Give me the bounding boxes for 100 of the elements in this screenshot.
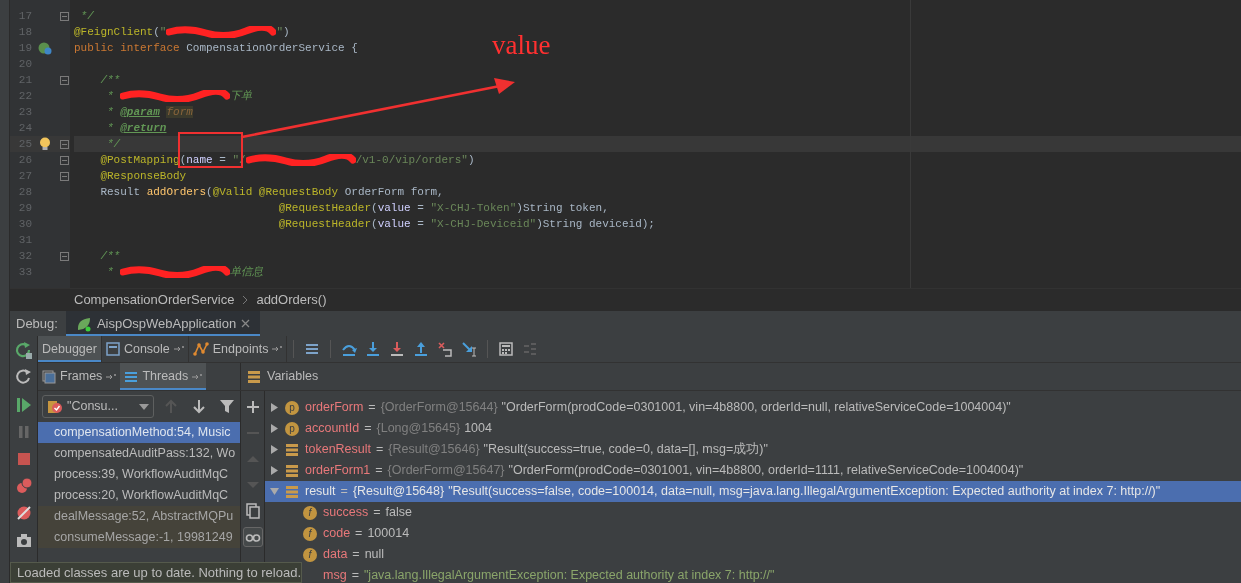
variable-value: null [364, 546, 385, 564]
variable-name: orderForm [305, 399, 364, 417]
fold-icon[interactable] [59, 251, 69, 261]
field-icon: f [303, 547, 317, 562]
panel-title: Variables [267, 368, 319, 386]
step-out-icon[interactable] [413, 341, 430, 357]
pin-icon [272, 345, 283, 353]
list-icon[interactable] [304, 341, 321, 357]
filter-icon[interactable] [220, 399, 234, 414]
add-icon[interactable] [244, 399, 261, 415]
code-token: 下单 [230, 90, 253, 102]
code-token: ( [371, 202, 378, 214]
down-arrow-icon[interactable] [192, 399, 206, 414]
code-token: ( [153, 26, 160, 38]
code-token: " [159, 26, 167, 38]
thread-dropdown[interactable]: "Consu... [42, 395, 154, 418]
variable-value: "OrderForm(prodCode=0301001, vin=4b8800, orderId=null, relativeServiceCode=1004004)" [501, 399, 1011, 417]
calculator-icon[interactable] [498, 341, 515, 357]
panel-tab[interactable]: Threads [120, 363, 207, 390]
variable-name: tokenResult [305, 441, 371, 459]
code-token: * [107, 266, 115, 278]
variable-value: 1004 [464, 420, 492, 438]
lightbulb-icon [39, 137, 51, 151]
caret-icon [139, 403, 149, 410]
fold-icon[interactable] [59, 171, 69, 181]
variable-name: result [305, 483, 336, 501]
variable-value: false [385, 504, 412, 522]
variable-value: "java.lang.IllegalArgumentException: Expected authority at index 7: http://" [363, 567, 775, 583]
camera-icon[interactable] [14, 531, 33, 549]
variables-icon [247, 369, 261, 384]
field-icon: f [303, 526, 317, 541]
close-icon [241, 319, 251, 328]
fold-icon[interactable] [59, 11, 69, 21]
equals-sign: = [376, 441, 384, 459]
code-token: /v1-0/vip/orders" [355, 154, 468, 166]
notification: Loaded classes are up to date. Nothing to reload. [10, 562, 302, 583]
equals-sign: = [355, 525, 363, 543]
equals-sign: = [368, 399, 376, 417]
step-into-icon[interactable] [365, 341, 382, 357]
code-token: )String deviceid); [536, 218, 655, 230]
frame-row[interactable]: compensationMethod:54, Music [38, 422, 240, 443]
frame-row[interactable]: consumeMessage:-1, 19981249 [38, 527, 240, 548]
frame-row[interactable]: process:20, WorkflowAuditMqC [38, 485, 240, 506]
code-token: /** [100, 250, 121, 262]
panel-tab[interactable]: Debugger [38, 336, 102, 362]
code-token: form [166, 106, 193, 118]
code-token: public interface [74, 42, 181, 54]
frame-row[interactable]: process:39, WorkflowAuditMqC [38, 464, 240, 485]
fold-icon[interactable] [59, 155, 69, 165]
expand-toggle-icon[interactable] [269, 403, 279, 412]
variable-value: 100014 [367, 525, 410, 543]
fold-icon[interactable] [59, 139, 69, 149]
code-token: @Valid @RequestBody [212, 186, 339, 198]
breakpoints-icon[interactable] [14, 477, 33, 495]
refresh-icon[interactable] [14, 369, 33, 387]
frame-row[interactable]: dealMessage:52, AbstractMQPu [38, 506, 240, 527]
code-token: @param [120, 106, 160, 118]
code-token: Result [100, 186, 141, 198]
equals-sign: = [340, 483, 348, 501]
expand-toggle-icon[interactable] [269, 466, 279, 475]
code-token: = [219, 154, 227, 166]
rerun-icon[interactable] [14, 342, 33, 360]
expand-toggle-icon[interactable] [269, 424, 279, 433]
copy-icon[interactable] [244, 503, 261, 519]
run-tab[interactable]: AispOspWebApplication [65, 311, 261, 336]
run-to-cursor-icon[interactable] [461, 341, 478, 357]
nodes-icon [192, 342, 209, 356]
expand-toggle-icon[interactable] [269, 445, 279, 454]
drop-frame-icon[interactable] [437, 341, 454, 357]
frame-row[interactable]: compensatedAuditPass:132, Wo [38, 443, 240, 464]
code-token: */ [107, 138, 121, 150]
variable-type: {OrderForm@15644} [380, 399, 498, 417]
resume-icon[interactable] [14, 396, 33, 414]
breadcrumb[interactable]: addOrders() [256, 289, 327, 310]
field-icon: f [303, 505, 317, 520]
code-token: )String token, [516, 202, 609, 214]
panel-tab[interactable]: Frames [38, 363, 121, 390]
code-token: * [107, 90, 115, 102]
console-icon [105, 342, 120, 356]
code-token: addOrders [146, 186, 207, 198]
equals-sign: = [375, 462, 383, 480]
interface-icon [38, 41, 52, 55]
code-token: * [107, 122, 115, 134]
code-token: */ [80, 10, 94, 22]
equals-sign: = [352, 546, 360, 564]
code-token: value [377, 202, 411, 214]
thread-icon [47, 399, 63, 414]
variable-type: {Long@15645} [376, 420, 461, 438]
code-token: " [276, 26, 284, 38]
force-step-into-icon[interactable] [389, 341, 406, 357]
debug-label: Debug: [15, 314, 59, 333]
code-token: ( [179, 154, 187, 166]
expand-toggle-icon[interactable] [269, 487, 279, 496]
panel-tab[interactable]: Console [101, 336, 189, 362]
code-token: @RequestHeader [278, 202, 372, 214]
fold-icon[interactable] [59, 75, 69, 85]
breadcrumb[interactable]: CompensationOrderService [74, 289, 235, 310]
parameter-icon: p [285, 400, 299, 415]
variable-value: "OrderForm(prodCode=0301001, vin=4b8800, orderId=1111, relativeServiceCode=1004004)" [508, 462, 1024, 480]
panel-tab[interactable]: Endpoints [188, 336, 288, 362]
